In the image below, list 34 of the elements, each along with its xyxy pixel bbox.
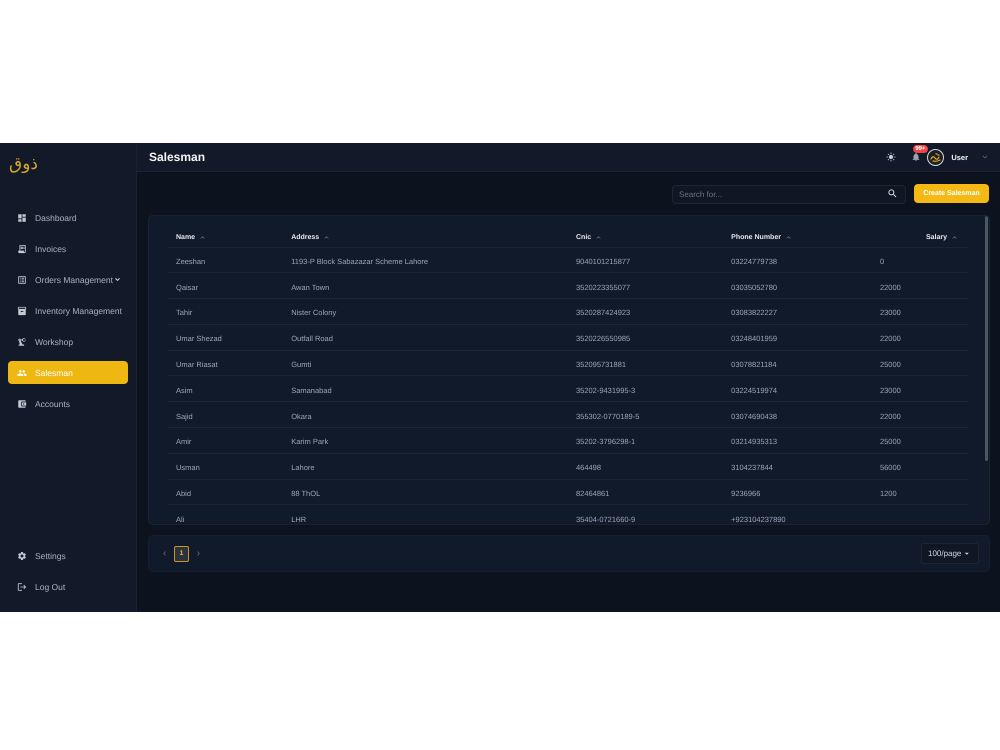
receipt-icon [17, 244, 27, 254]
sidebar-item[interactable]: Settings [8, 544, 128, 567]
list-icon [17, 274, 27, 284]
grid-tiles-icon [17, 212, 27, 222]
sidebar-item[interactable]: Accounts [8, 392, 128, 415]
sun-icon[interactable] [886, 152, 896, 162]
search-icon[interactable] [887, 188, 898, 199]
sort-up-icon [199, 234, 206, 242]
settings-icon [17, 550, 27, 560]
logout-icon [17, 582, 27, 592]
sidebar-item[interactable]: Inventory Management [8, 299, 128, 322]
sidebar-item[interactable]: Dashboard [8, 206, 128, 229]
sort-up-icon [951, 234, 958, 242]
archive-box-icon [17, 306, 27, 316]
logo-text: ذوق [9, 155, 38, 174]
sort-up-icon [784, 234, 792, 242]
page-title: Salesman [149, 150, 206, 164]
sort-up-icon [595, 234, 602, 242]
chevron-down-icon[interactable] [981, 153, 989, 161]
robot-arm-icon [17, 336, 27, 346]
next-page-icon[interactable] [195, 550, 202, 557]
search-field[interactable]: Search for... [672, 185, 906, 204]
bell-icon[interactable] [911, 152, 922, 162]
sidebar-item[interactable]: Orders Management [8, 268, 128, 291]
scrollbar-thumb[interactable] [985, 216, 988, 461]
avatar-icon[interactable] [927, 148, 944, 166]
page-size-select[interactable]: 100/page [921, 543, 979, 564]
sidebar-item[interactable]: Invoices [8, 237, 128, 260]
sidebar-item[interactable]: Workshop [8, 330, 128, 353]
sidebar-item[interactable]: Log Out [8, 575, 128, 598]
sort-up-icon [323, 234, 330, 242]
wallet-icon [17, 398, 27, 408]
people-icon [17, 368, 27, 378]
previous-page-icon[interactable] [161, 550, 168, 557]
